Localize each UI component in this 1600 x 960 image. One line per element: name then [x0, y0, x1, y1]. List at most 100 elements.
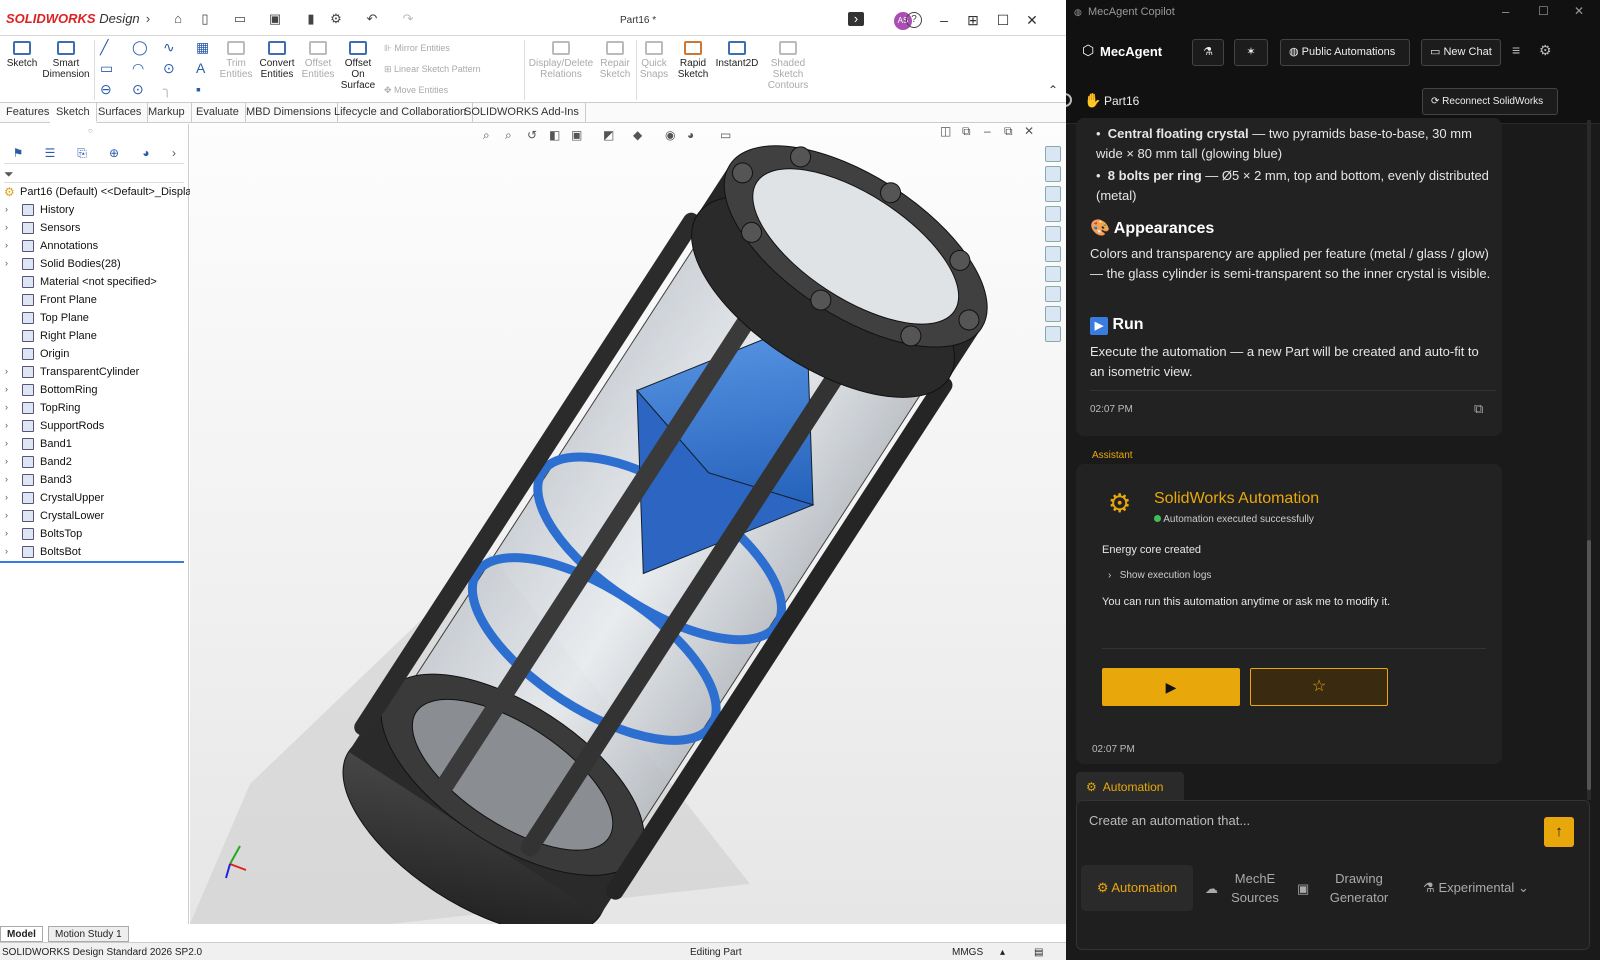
- model-tab[interactable]: Model: [0, 926, 43, 942]
- collapse-ribbon-icon[interactable]: ⌃: [1048, 83, 1058, 97]
- new-chat-button[interactable]: ▭ New Chat: [1421, 39, 1501, 66]
- markup-icon[interactable]: [1045, 306, 1061, 322]
- expand-arrow-icon[interactable]: ›: [5, 240, 8, 250]
- polygon-icon[interactable]: ⊙: [163, 60, 175, 77]
- rapid-sketch-button[interactable]: Rapid Sketch: [676, 41, 710, 80]
- instant2d-button[interactable]: Instant2D: [714, 41, 760, 69]
- tab-mbd-dimensions[interactable]: MBD Dimensions: [240, 103, 338, 123]
- smart-dimension-button[interactable]: Smart Dimension: [42, 41, 90, 80]
- tree-item[interactable]: › Solid Bodies(28): [0, 255, 189, 273]
- help-icon[interactable]: ?: [906, 12, 922, 28]
- expand-arrow-icon[interactable]: ›: [5, 420, 8, 430]
- quick-snaps-button[interactable]: Quick Snaps: [638, 41, 670, 80]
- expand-arrow-icon[interactable]: ›: [5, 438, 8, 448]
- solidworks-resources-icon[interactable]: [1045, 146, 1061, 162]
- undo-icon[interactable]: ↶: [364, 12, 380, 26]
- graphics-viewport[interactable]: ⌕ ⌕ ↺ ◧ ▣ ◩ ◆ ◉ ◕ ▭ ◫ ⧉ – ⧉ ✕: [190, 124, 1066, 924]
- mec-close-icon[interactable]: ✕: [1574, 4, 1584, 18]
- tree-item[interactable]: Origin: [0, 345, 189, 363]
- magic-button[interactable]: ✶: [1234, 39, 1268, 66]
- tab-sketch[interactable]: Sketch: [50, 103, 97, 123]
- mec-maximize-icon[interactable]: ☐: [1538, 4, 1549, 18]
- tree-item[interactable]: › Band1: [0, 435, 189, 453]
- chat-input[interactable]: Create an automation that...: [1089, 813, 1509, 828]
- tree-item[interactable]: › BottomRing: [0, 381, 189, 399]
- mirror-entities-button[interactable]: ⊪ Mirror Entities: [384, 43, 450, 54]
- send-button[interactable]: ↑: [1544, 817, 1574, 847]
- view-palette-icon[interactable]: [1045, 206, 1061, 222]
- tab-evaluate[interactable]: Evaluate: [190, 103, 246, 123]
- tab-markup[interactable]: Markup: [142, 103, 192, 123]
- close-icon[interactable]: ✕: [1022, 12, 1042, 29]
- units-dropdown-icon[interactable]: ▴: [1000, 947, 1005, 958]
- tree-item[interactable]: › TransparentCylinder: [0, 363, 189, 381]
- reconnect-solidworks-button[interactable]: ⟳ Reconnect SolidWorks: [1422, 88, 1558, 115]
- expand-arrow-icon[interactable]: ›: [5, 474, 8, 484]
- fillet-icon[interactable]: ╮: [163, 81, 171, 98]
- options-gear-icon[interactable]: ⚙: [328, 12, 344, 26]
- slot-icon[interactable]: ⊖: [100, 81, 112, 98]
- mode-experimental[interactable]: ⚗ Experimental ⌄: [1411, 865, 1541, 911]
- tree-item[interactable]: › TopRing: [0, 399, 189, 417]
- rollback-bar[interactable]: [0, 561, 184, 563]
- menu-icon[interactable]: ≡: [1512, 42, 1520, 58]
- print-icon[interactable]: ▮: [303, 12, 319, 26]
- menu-expand-icon[interactable]: ›: [140, 12, 156, 26]
- expand-arrow-icon[interactable]: ›: [5, 528, 8, 538]
- tree-item[interactable]: Right Plane: [0, 327, 189, 345]
- mode-drawing-generator[interactable]: ▣ Drawing Generator: [1297, 865, 1397, 911]
- repair-sketch-button[interactable]: Repair Sketch: [598, 41, 632, 80]
- sketch-text-icon[interactable]: A: [196, 60, 205, 76]
- redo-icon[interactable]: ↷: [400, 12, 416, 26]
- configuration-manager-icon[interactable]: ⎘: [68, 144, 96, 162]
- tree-item[interactable]: › History: [0, 201, 189, 219]
- spline-icon[interactable]: ∿: [163, 39, 175, 56]
- copy-icon[interactable]: ⧉: [1474, 401, 1483, 417]
- mode-automation[interactable]: ⚙ Automation: [1081, 865, 1193, 911]
- units-text[interactable]: MMGS: [952, 947, 983, 958]
- tree-item[interactable]: › CrystalLower: [0, 507, 189, 525]
- plane-icon[interactable]: ▪: [196, 81, 201, 97]
- public-automations-button[interactable]: ◍ Public Automations: [1280, 39, 1410, 66]
- shaded-sketch-contours-button[interactable]: Shaded Sketch Contours: [764, 41, 812, 91]
- tree-item[interactable]: Material <not specified>: [0, 273, 189, 291]
- text-grid-icon[interactable]: ▦: [196, 39, 209, 56]
- open-icon[interactable]: ▭: [232, 12, 248, 26]
- tile-icon[interactable]: ⊞: [963, 12, 983, 29]
- mode-meche-sources[interactable]: ☁ MechE Sources: [1205, 865, 1285, 911]
- panel-grip-icon[interactable]: ○: [88, 126, 93, 135]
- expand-arrow-icon[interactable]: ›: [5, 402, 8, 412]
- tree-item[interactable]: Top Plane: [0, 309, 189, 327]
- trim-entities-button[interactable]: Trim Entities: [218, 41, 254, 80]
- tree-item[interactable]: › SupportRods: [0, 417, 189, 435]
- expand-arrow-icon[interactable]: ›: [5, 366, 8, 376]
- tree-item[interactable]: › CrystalUpper: [0, 489, 189, 507]
- property-manager-icon[interactable]: ☰: [36, 144, 64, 162]
- expand-arrow-icon[interactable]: ›: [5, 456, 8, 466]
- move-entities-button[interactable]: ✥ Move Entities: [384, 85, 448, 96]
- tree-item[interactable]: › Band2: [0, 453, 189, 471]
- offset-on-surface-button[interactable]: Offset On Surface: [340, 41, 376, 91]
- status-panel-icon[interactable]: ▤: [1034, 947, 1043, 958]
- maximize-icon[interactable]: ☐: [993, 12, 1013, 29]
- tree-item[interactable]: › BoltsTop: [0, 525, 189, 543]
- linear-pattern-button[interactable]: ⊞ Linear Sketch Pattern: [384, 64, 481, 75]
- tree-item[interactable]: › BoltsBot: [0, 543, 189, 561]
- expand-arrow-icon[interactable]: ›: [5, 510, 8, 520]
- show-logs-toggle[interactable]: › Show execution logs: [1108, 570, 1211, 581]
- motion-study-tab[interactable]: Motion Study 1: [48, 926, 129, 942]
- expand-arrow-icon[interactable]: ›: [5, 204, 8, 214]
- new-document-icon[interactable]: ▯: [197, 12, 213, 26]
- minimize-icon[interactable]: –: [934, 12, 954, 28]
- simulation-icon[interactable]: [1045, 326, 1061, 342]
- dimxpert-icon[interactable]: ⊕: [100, 144, 128, 162]
- tab-features[interactable]: Features: [0, 103, 57, 123]
- circle-icon[interactable]: ◯: [132, 39, 148, 56]
- display-manager-icon[interactable]: ◕: [132, 144, 160, 162]
- line-icon[interactable]: ╱: [100, 39, 108, 56]
- offset-entities-button[interactable]: Offset Entities: [298, 41, 338, 80]
- flask-button[interactable]: ⚗: [1192, 39, 1224, 66]
- design-library-icon[interactable]: [1045, 166, 1061, 182]
- tab-solidworks-add-ins[interactable]: SOLIDWORKS Add-Ins: [458, 103, 586, 123]
- settings-gear-icon[interactable]: ⚙: [1539, 42, 1552, 59]
